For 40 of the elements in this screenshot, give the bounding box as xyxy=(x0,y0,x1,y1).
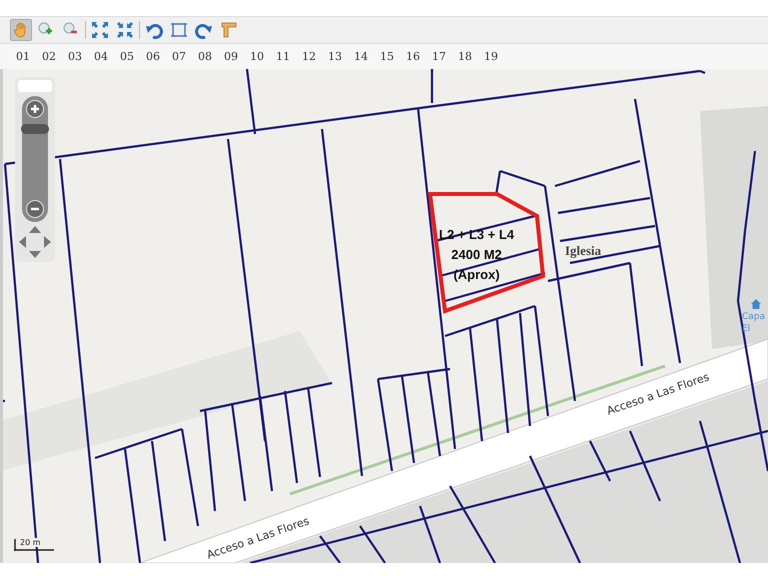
layer-tab[interactable]: 12 xyxy=(302,50,318,63)
zoom-in-button[interactable] xyxy=(26,100,44,118)
layer-tab[interactable]: 19 xyxy=(484,50,500,63)
scale-bar-tick xyxy=(14,539,16,551)
layer-tab[interactable]: 18 xyxy=(458,50,474,63)
zoom-slider-thumb[interactable] xyxy=(21,124,49,134)
layer-tab[interactable]: 10 xyxy=(250,50,266,63)
layer-tab[interactable]: 16 xyxy=(406,50,422,63)
scale-label: 20 m xyxy=(19,538,42,547)
layer-tab[interactable]: 17 xyxy=(432,50,448,63)
house-icon xyxy=(751,299,761,309)
layer-tab[interactable]: 11 xyxy=(276,50,292,63)
parcel-label-line: 2400 M2 xyxy=(451,246,502,264)
layer-tab[interactable]: 01 xyxy=(16,50,32,63)
redo-icon xyxy=(195,21,213,39)
layer-tab[interactable]: 09 xyxy=(224,50,240,63)
layer-tab[interactable]: 07 xyxy=(172,50,188,63)
layer-tab[interactable]: 03 xyxy=(68,50,84,63)
poi-label: Capa xyxy=(742,312,766,322)
zoom-slider-track[interactable] xyxy=(22,96,48,222)
layer-tab[interactable]: 06 xyxy=(146,50,162,63)
layer-tab[interactable]: 13 xyxy=(328,50,344,63)
plus-icon xyxy=(28,102,42,116)
layer-tab[interactable]: 15 xyxy=(380,50,396,63)
undo-icon xyxy=(145,21,163,39)
square-icon xyxy=(170,21,188,39)
road-label: Acceso a Las Flores xyxy=(205,514,311,562)
pan-arrows-icon[interactable] xyxy=(17,224,53,260)
parcel-label-line: (Aprox) xyxy=(453,266,500,284)
scale-bar xyxy=(14,549,54,551)
zoom-handle-bar[interactable] xyxy=(18,80,52,92)
layer-tab[interactable]: 02 xyxy=(42,50,58,63)
hand-button[interactable] xyxy=(10,19,32,41)
layer-tab[interactable]: 05 xyxy=(120,50,136,63)
place-label: Iglesia xyxy=(565,243,602,259)
layer-tab[interactable]: 08 xyxy=(198,50,214,63)
layer-tab[interactable]: 04 xyxy=(94,50,110,63)
road-label: Acceso a Las Flores xyxy=(605,370,711,418)
layer-tab[interactable]: 14 xyxy=(354,50,370,63)
zoom-out-button[interactable] xyxy=(26,200,44,218)
